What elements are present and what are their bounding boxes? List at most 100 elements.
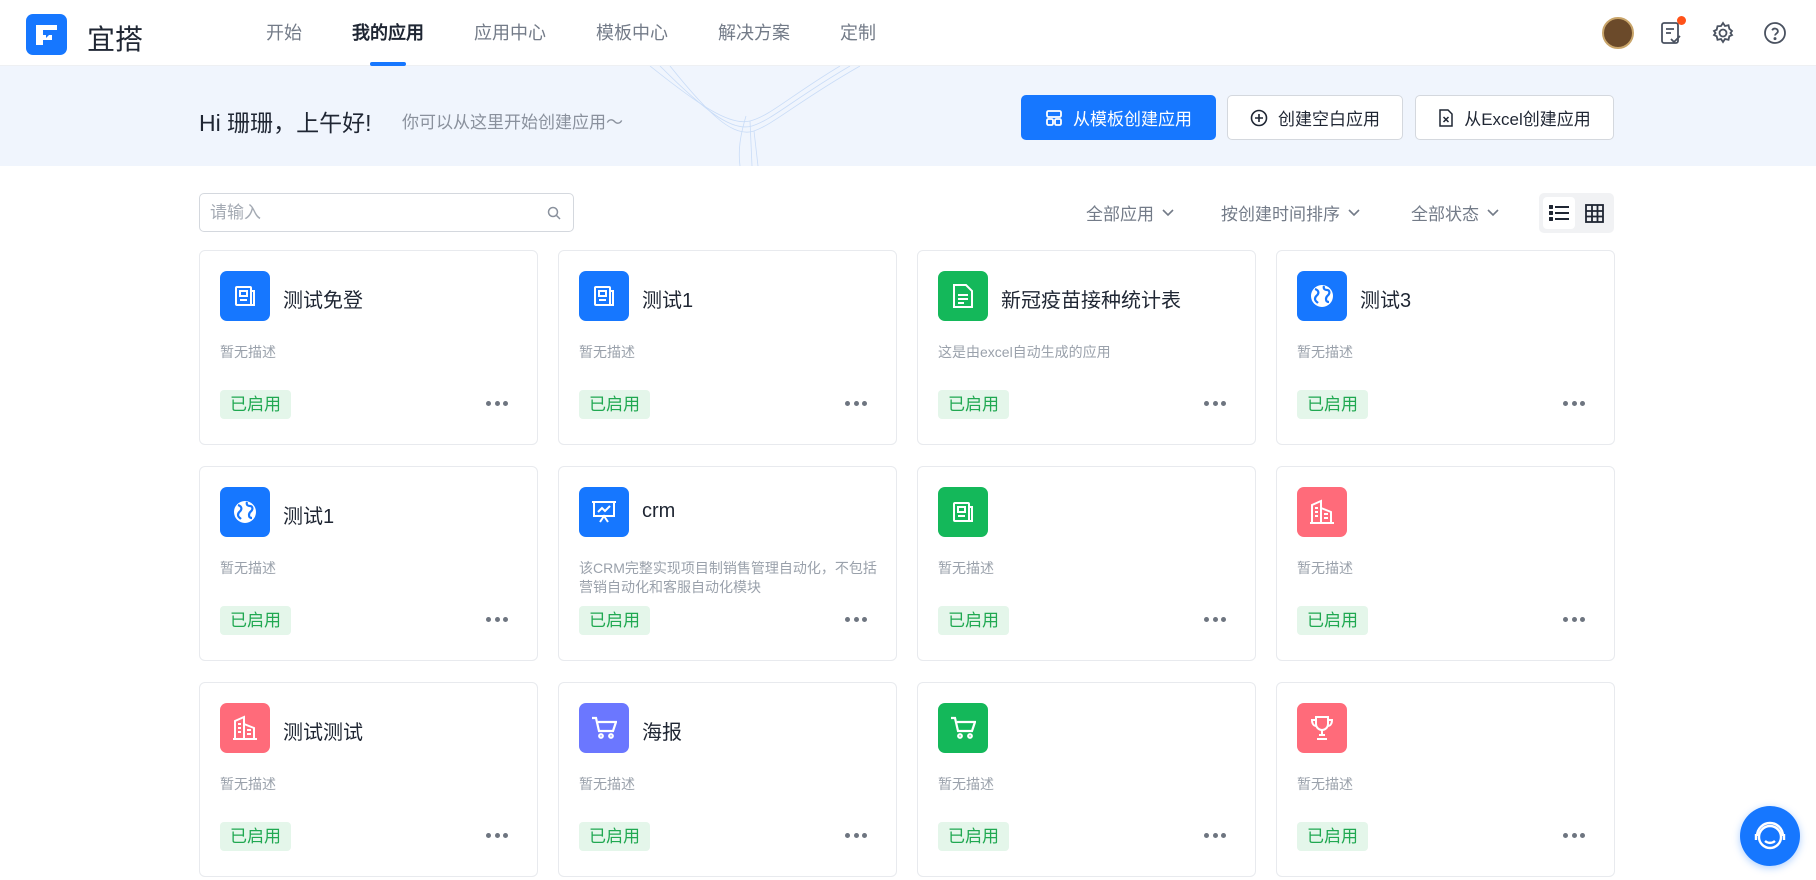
app-card[interactable]: 测试免登 暂无描述 已启用 xyxy=(199,250,538,445)
notification-dot xyxy=(1677,16,1686,25)
excel-file-icon xyxy=(1439,108,1453,127)
nav-item-solutions[interactable]: 解决方案 xyxy=(718,0,790,66)
more-options-icon[interactable] xyxy=(1204,617,1226,623)
more-options-icon[interactable] xyxy=(1204,401,1226,407)
app-description: 暂无描述 xyxy=(938,776,994,792)
greeting-text: Hi 珊珊，上午好! xyxy=(199,110,372,136)
grid-view-button[interactable] xyxy=(1578,197,1610,229)
app-card[interactable]: 暂无描述 已启用 xyxy=(917,466,1256,661)
create-from-excel-button[interactable]: 从Excel创建应用 xyxy=(1415,95,1614,140)
welcome-banner: Hi 珊珊，上午好! 你可以从这里开始创建应用～ 从模板创建应用 创建空白应用 … xyxy=(0,66,1816,166)
app-description: 暂无描述 xyxy=(579,344,635,360)
sort-label: 按创建时间排序 xyxy=(1221,205,1340,224)
status-badge: 已启用 xyxy=(579,606,650,635)
more-options-icon[interactable] xyxy=(845,833,867,839)
form-icon xyxy=(220,271,270,321)
banner-decoration xyxy=(649,66,860,166)
app-card[interactable]: 测试测试 暂无描述 已启用 xyxy=(199,682,538,877)
search-box[interactable] xyxy=(199,193,574,232)
chevron-down-icon xyxy=(1487,208,1499,216)
building-icon xyxy=(1297,487,1347,537)
app-description: 这是由excel自动生成的应用 xyxy=(938,344,1111,360)
avatar[interactable] xyxy=(1602,17,1634,49)
cart-icon xyxy=(938,703,988,753)
gear-icon[interactable] xyxy=(1708,18,1738,48)
app-name: crm xyxy=(642,500,676,522)
app-description: 暂无描述 xyxy=(938,560,994,576)
search-icon[interactable] xyxy=(547,206,561,220)
more-options-icon[interactable] xyxy=(1563,833,1585,839)
app-card[interactable]: 新冠疫苗接种统计表 这是由excel自动生成的应用 已启用 xyxy=(917,250,1256,445)
app-name: 测试免登 xyxy=(283,290,363,312)
cart-icon xyxy=(579,703,629,753)
nav-item-my-apps[interactable]: 我的应用 xyxy=(352,0,424,66)
nav-item-start[interactable]: 开始 xyxy=(266,0,302,66)
status-badge: 已启用 xyxy=(220,606,291,635)
app-card[interactable]: 测试1 暂无描述 已启用 xyxy=(199,466,538,661)
app-card[interactable]: crm 该CRM完整实现项目制销售管理自动化，不包括营销自动化和客服自动化模块 … xyxy=(558,466,897,661)
status-badge: 已启用 xyxy=(579,822,650,851)
trophy-icon xyxy=(1297,703,1347,753)
app-description: 暂无描述 xyxy=(579,776,635,792)
globe-icon xyxy=(1297,271,1347,321)
app-card[interactable]: 测试1 暂无描述 已启用 xyxy=(558,250,897,445)
app-description: 暂无描述 xyxy=(1297,344,1353,360)
search-input[interactable] xyxy=(210,202,530,224)
status-filter-dropdown[interactable]: 全部状态 xyxy=(1411,200,1499,225)
create-from-template-button[interactable]: 从模板创建应用 xyxy=(1021,95,1216,140)
plus-circle-icon xyxy=(1250,109,1268,126)
more-options-icon[interactable] xyxy=(486,617,508,623)
status-badge: 已启用 xyxy=(579,390,650,419)
greeting-subtitle: 你可以从这里开始创建应用～ xyxy=(402,113,623,132)
app-name: 测试3 xyxy=(1360,290,1412,312)
app-card[interactable]: 暂无描述 已启用 xyxy=(1276,682,1615,877)
app-description: 暂无描述 xyxy=(1297,560,1353,576)
create-from-template-label: 从模板创建应用 xyxy=(1073,110,1192,129)
todo-icon[interactable] xyxy=(1656,16,1686,48)
nav-item-app-center[interactable]: 应用中心 xyxy=(474,0,546,66)
more-options-icon[interactable] xyxy=(845,401,867,407)
app-type-filter-label: 全部应用 xyxy=(1086,205,1154,224)
app-card-grid: 测试免登 暂无描述 已启用 测试1 暂无描述 已启用 新冠疫苗接种统计表 这是由… xyxy=(199,250,1615,877)
help-icon[interactable] xyxy=(1760,18,1790,48)
app-name: 海报 xyxy=(642,722,682,744)
sort-dropdown[interactable]: 按创建时间排序 xyxy=(1221,200,1360,225)
nav-item-custom[interactable]: 定制 xyxy=(840,0,876,66)
view-mode-toggle xyxy=(1539,193,1614,233)
status-badge: 已启用 xyxy=(1297,390,1368,419)
status-badge: 已启用 xyxy=(220,822,291,851)
status-badge: 已启用 xyxy=(220,390,291,419)
more-options-icon[interactable] xyxy=(1204,833,1226,839)
app-description: 该CRM完整实现项目制销售管理自动化，不包括营销自动化和客服自动化模块 xyxy=(579,560,877,595)
status-badge: 已启用 xyxy=(1297,606,1368,635)
app-card[interactable]: 暂无描述 已启用 xyxy=(1276,466,1615,661)
status-badge: 已启用 xyxy=(938,606,1009,635)
create-blank-app-label: 创建空白应用 xyxy=(1278,110,1380,129)
top-right-tools xyxy=(1580,16,1790,49)
app-name: 新冠疫苗接种统计表 xyxy=(1001,290,1181,312)
app-card[interactable]: 海报 暂无描述 已启用 xyxy=(558,682,897,877)
brand-name: 宜搭 xyxy=(87,24,144,55)
app-card[interactable]: 测试3 暂无描述 已启用 xyxy=(1276,250,1615,445)
create-blank-app-button[interactable]: 创建空白应用 xyxy=(1227,95,1403,140)
app-type-filter-dropdown[interactable]: 全部应用 xyxy=(1086,200,1174,225)
document-icon xyxy=(938,271,988,321)
main-nav: 开始 我的应用 应用中心 模板中心 解决方案 定制 xyxy=(266,0,926,66)
globe-icon xyxy=(220,487,270,537)
app-description: 暂无描述 xyxy=(220,560,276,576)
status-filter-label: 全部状态 xyxy=(1411,205,1479,224)
more-options-icon[interactable] xyxy=(845,617,867,623)
presentation-icon xyxy=(579,487,629,537)
yida-logo-icon[interactable] xyxy=(26,14,67,55)
list-view-button[interactable] xyxy=(1543,197,1575,229)
more-options-icon[interactable] xyxy=(1563,617,1585,623)
app-card[interactable]: 暂无描述 已启用 xyxy=(917,682,1256,877)
app-description: 暂无描述 xyxy=(220,344,276,360)
customer-support-icon[interactable] xyxy=(1740,806,1800,866)
more-options-icon[interactable] xyxy=(486,401,508,407)
status-badge: 已启用 xyxy=(938,390,1009,419)
nav-item-template-center[interactable]: 模板中心 xyxy=(596,0,668,66)
app-name: 测试1 xyxy=(283,506,335,528)
more-options-icon[interactable] xyxy=(486,833,508,839)
more-options-icon[interactable] xyxy=(1563,401,1585,407)
